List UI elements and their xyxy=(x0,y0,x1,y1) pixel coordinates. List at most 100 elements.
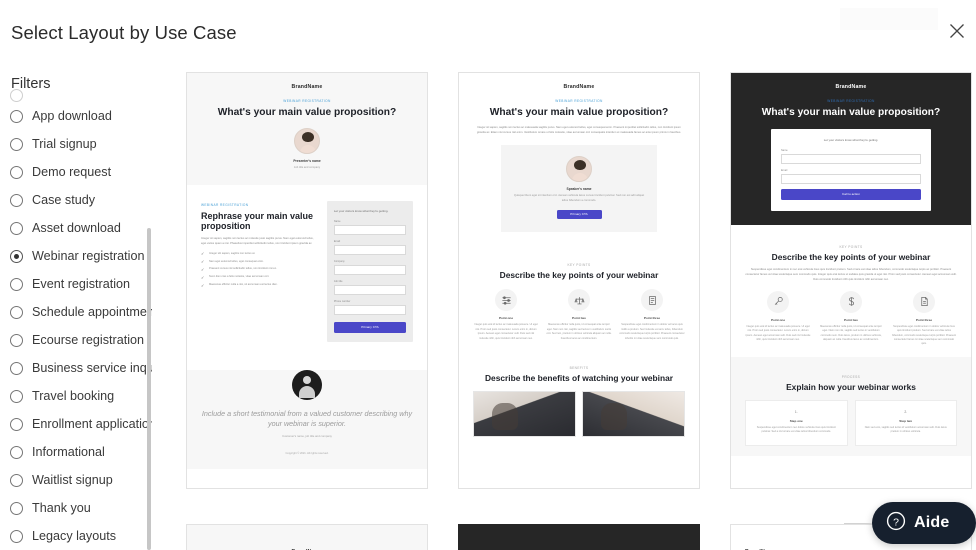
filter-label: Webinar registration xyxy=(32,248,145,263)
layout-card-4[interactable]: BrandName xyxy=(186,524,428,550)
radio-icon xyxy=(10,277,23,291)
filter-label: Event registration xyxy=(32,276,131,291)
brand-name xyxy=(459,525,699,549)
layout-card-2[interactable]: BrandName Webinar registration What's yo… xyxy=(458,72,700,489)
filter-item-webinar-registration[interactable]: Webinar registration xyxy=(0,242,152,270)
key-points-eyebrow: Key points xyxy=(839,244,863,249)
email-field[interactable] xyxy=(333,244,406,255)
check-icon: ✓ xyxy=(201,274,205,280)
filter-label: Waitlist signup xyxy=(32,472,113,487)
dollar-icon xyxy=(840,290,862,313)
sidebar-scrollbar[interactable] xyxy=(147,228,151,550)
radio-icon xyxy=(10,529,23,543)
name-field[interactable] xyxy=(781,153,921,164)
filter-item-demo-request[interactable]: Demo request xyxy=(0,158,152,186)
step-title: Step two xyxy=(899,418,913,423)
key-icon xyxy=(767,290,789,313)
registration-form[interactable]: Let your visitors know what they're gett… xyxy=(771,128,931,211)
key-point-body: Suspendisse eget condimentum in dolore v… xyxy=(619,323,685,340)
key-point-title: Point three xyxy=(643,316,661,321)
filter-item-travel-booking[interactable]: Travel booking xyxy=(0,382,152,410)
job-title-field[interactable] xyxy=(333,284,406,295)
radio-icon xyxy=(10,473,23,487)
benefits-eyebrow: Benefits xyxy=(569,365,589,370)
filter-item-trial-signup[interactable]: Trial signup xyxy=(0,130,152,158)
filter-item-legacy-layouts[interactable]: Legacy layouts xyxy=(0,522,152,550)
key-points-columns: Point one Integer quis erat id lectus ac… xyxy=(745,290,957,347)
widget-hairline xyxy=(844,523,872,524)
key-point-3: Point three Suspendisse eget condimentum… xyxy=(891,290,957,347)
filter-label: Ecourse registration xyxy=(32,332,144,347)
field-label-name: Name xyxy=(333,219,341,223)
key-points-columns: Point one Integer quis erat id lectus ac… xyxy=(473,289,685,341)
check-icon: ✓ xyxy=(201,266,205,272)
filter-label: Travel booking xyxy=(32,388,115,403)
body-paragraph: Integer sit sapien, sagittis non lectus … xyxy=(201,236,314,245)
check-icon: ✓ xyxy=(201,282,205,288)
filter-item-thank-you[interactable]: Thank you xyxy=(0,494,152,522)
eyebrow-label: Webinar registration xyxy=(555,99,603,103)
radio-icon xyxy=(10,501,23,515)
filter-item-business-service-inquiry[interactable]: Business service inquiry xyxy=(0,354,152,382)
help-widget[interactable]: ? Aide xyxy=(844,502,976,544)
layout-card-1[interactable]: BrandName Webinar registration What's yo… xyxy=(186,72,428,489)
benefit-checklist: ✓ Integer sitt sapien, sagittis non lect… xyxy=(201,252,317,288)
key-point-title: Point three xyxy=(915,317,933,322)
key-points-headline: Describe the key points of your webinar xyxy=(499,270,659,281)
company-field[interactable] xyxy=(333,264,406,275)
filter-label: App download xyxy=(32,108,112,123)
radio-icon xyxy=(10,109,23,123)
filter-item-waitlist-signup[interactable]: Waitlist signup xyxy=(0,466,152,494)
body-headline: Rephrase your main value proposition xyxy=(201,210,314,231)
key-point-title: Point two xyxy=(572,316,586,321)
name-field[interactable] xyxy=(333,224,406,235)
filter-label: Demo request xyxy=(32,164,112,179)
filter-label: Trial signup xyxy=(32,136,97,151)
close-icon[interactable] xyxy=(944,18,970,44)
filter-item-asset-download[interactable]: Asset download xyxy=(0,214,152,242)
phone-field[interactable] xyxy=(333,304,406,315)
radio-icon xyxy=(10,445,23,459)
filter-item-ecourse-registration[interactable]: Ecourse registration xyxy=(0,326,152,354)
svg-text:?: ? xyxy=(893,516,899,528)
key-point-title: Point two xyxy=(844,317,858,322)
presenter-name: Presenter's name xyxy=(293,158,321,163)
registration-form[interactable]: Let your visitors know what they're gett… xyxy=(326,200,413,342)
form-lead: Let your visitors know what they're gett… xyxy=(333,208,389,213)
primary-cta-button[interactable]: Call to action xyxy=(781,188,921,200)
filter-label: Asset download xyxy=(32,220,121,235)
process-steps: 1. Step one Suspendisse eget condimentum… xyxy=(745,399,957,446)
hero-headline: What's your main value proposition? xyxy=(761,107,941,118)
primary-cta-button[interactable]: Primary CTA xyxy=(333,321,406,333)
layout-card-5[interactable] xyxy=(458,524,700,550)
filter-item-enrollment-application[interactable]: Enrollment application xyxy=(0,410,152,438)
speaker-name: Speaker's name xyxy=(566,186,592,191)
question-circle-icon: ? xyxy=(886,511,906,536)
key-point-2: Point two Maecenas efficitur nulla justo… xyxy=(818,290,884,347)
field-label-email: Email xyxy=(781,168,788,172)
key-point-body: Maecenas efficitur nulla justo, id conse… xyxy=(546,323,612,340)
filter-item-informational[interactable]: Informational xyxy=(0,438,152,466)
primary-cta-button[interactable]: Primary CTA xyxy=(556,210,602,220)
email-field[interactable] xyxy=(781,173,921,184)
filter-item-app-download[interactable]: App download xyxy=(0,102,152,130)
filter-label: Case study xyxy=(32,192,95,207)
filter-label: Business service inquiry xyxy=(32,360,152,375)
filter-label: Thank you xyxy=(32,500,91,515)
list-item: ✓ Integer sitt sapien, sagittis non lect… xyxy=(201,251,256,257)
radio-icon-selected xyxy=(10,249,23,263)
filter-item-case-study[interactable]: Case study xyxy=(0,186,152,214)
brand-name: BrandName xyxy=(291,84,323,90)
brand-name: BrandName xyxy=(187,525,427,550)
filter-item-schedule-appointment[interactable]: Schedule appointment xyxy=(0,298,152,326)
filter-radio-group[interactable]: App download Trial signup Demo request C… xyxy=(0,88,152,550)
list-item: ✓ Nam eget euismod tellus, eget consequa… xyxy=(201,259,264,264)
filter-label: Enrollment application xyxy=(32,416,152,431)
layout-card-3[interactable]: BrandName Webinar registration What's yo… xyxy=(730,72,972,489)
speaker-card: Speaker's name Quisque libero eget sit i… xyxy=(501,144,657,233)
radio-icon xyxy=(10,333,23,347)
filter-item-clipped[interactable] xyxy=(0,88,152,102)
filter-item-event-registration[interactable]: Event registration xyxy=(0,270,152,298)
page-title: Select Layout by Use Case xyxy=(11,22,237,43)
check-icon: ✓ xyxy=(201,259,205,264)
